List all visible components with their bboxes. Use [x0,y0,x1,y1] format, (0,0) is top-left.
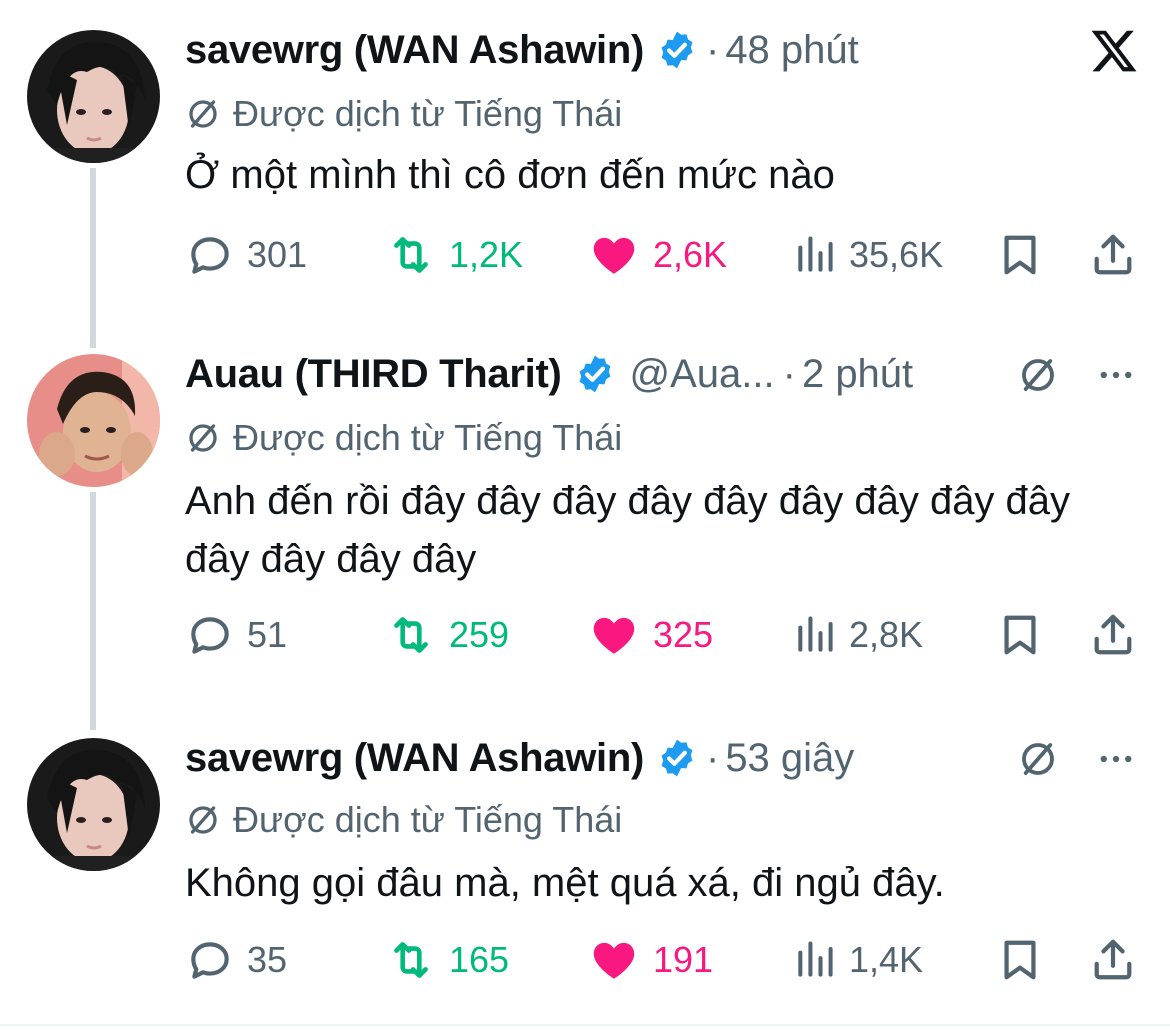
reply-count: 301 [247,234,308,275]
reply-button[interactable]: 301 [185,230,307,280]
share-button[interactable] [1090,935,1136,985]
action-bar: 51 259 325 2,8K [185,610,1145,660]
retweet-button[interactable]: 1,2K [385,230,523,280]
share-icon [1094,939,1132,980]
translate-icon [189,100,217,128]
bookmark-button[interactable] [997,610,1043,660]
retweet-icon [394,237,428,273]
retweet-icon [394,942,428,978]
user-handle[interactable]: @Aua... [630,352,775,397]
bookmark-button[interactable] [997,230,1043,280]
display-name[interactable]: savewrg (WAN Ashawin) [185,28,644,73]
translate-button[interactable] [1017,738,1059,780]
reply-icon [191,237,229,274]
views-button[interactable]: 1,4K [793,935,923,985]
like-button[interactable]: 325 [587,610,713,660]
reply-button[interactable]: 51 [185,610,287,660]
translated-text[interactable]: Được dịch từ Tiếng Thái [233,799,622,841]
retweet-count: 259 [449,614,510,655]
separator-dot: · [705,27,720,72]
retweet-button[interactable]: 165 [385,935,509,985]
reply-count: 51 [247,614,288,655]
action-bar: 35 165 191 1,4K [185,935,1145,985]
views-icon [798,616,833,652]
tweet[interactable]: savewrg (WAN Ashawin) · 53 giây Được dịc… [0,0,1170,980]
display-name[interactable]: savewrg (WAN Ashawin) [185,736,644,781]
like-count: 2,6K [653,234,728,275]
share-icon [1094,234,1132,275]
tweet-header: savewrg (WAN Ashawin) · 48 phút [185,22,859,78]
views-count: 35,6K [849,234,944,275]
bookmark-icon [1004,235,1036,275]
verified-badge-icon [661,31,693,69]
bookmark-icon [1004,940,1036,980]
reply-icon [191,942,229,979]
views-icon [798,941,833,977]
action-bar: 301 1,2K 2,6K 35,6K [185,230,1145,280]
share-button[interactable] [1090,610,1136,660]
views-count: 2,8K [849,614,924,655]
timestamp[interactable]: 2 phút [802,352,913,397]
translate-icon [189,424,217,452]
translated-text[interactable]: Được dịch từ Tiếng Thái [233,417,622,459]
heart-icon [593,617,635,654]
reply-icon [191,617,229,654]
reply-count: 35 [247,939,288,980]
share-button[interactable] [1090,230,1136,280]
tweet[interactable]: savewrg (WAN Ashawin) · 48 phút Được dịc… [0,0,1170,320]
avatar[interactable] [27,738,160,871]
like-count: 191 [653,939,714,980]
x-logo-icon[interactable] [1088,26,1140,76]
translate-icon [1022,359,1054,391]
display-name[interactable]: Auau (THIRD Tharit) [185,352,562,397]
avatar[interactable] [27,354,160,487]
retweet-icon [394,617,428,653]
bookmark-button[interactable] [997,935,1043,985]
verified-badge-icon [661,739,693,777]
heart-icon [593,237,635,274]
share-icon [1094,614,1132,655]
like-button[interactable]: 191 [587,935,713,985]
more-button[interactable] [1094,354,1138,396]
translated-text[interactable]: Được dịch từ Tiếng Thái [233,93,622,135]
like-button[interactable]: 2,6K [587,230,727,280]
timestamp[interactable]: 53 giây [725,736,854,781]
views-button[interactable]: 2,8K [793,610,923,660]
more-button[interactable] [1094,738,1138,780]
views-icon [798,236,833,272]
avatar[interactable] [27,30,160,163]
reply-button[interactable]: 35 [185,935,287,985]
translate-icon [1022,743,1054,775]
heart-icon [593,942,635,979]
translated-label: Được dịch từ Tiếng Thái [185,798,622,842]
separator-dot: · [705,735,720,780]
bookmark-icon [1004,615,1036,655]
separator-dot: · [782,351,796,396]
more-icon [1100,371,1132,379]
tweet-header: savewrg (WAN Ashawin) · 53 giây [185,730,854,786]
tweet-text: Anh đến rồi đây đây đây đây đây đây đây … [185,479,1071,581]
translate-button[interactable] [1017,354,1059,396]
like-count: 325 [653,614,714,655]
translated-label: Được dịch từ Tiếng Thái [185,92,622,136]
timestamp[interactable]: 48 phút [725,28,858,73]
retweet-count: 1,2K [449,234,524,275]
thread-line [90,492,96,730]
tweet-header: Auau (THIRD Tharit) @Aua... · 2 phút [185,346,913,402]
views-button[interactable]: 35,6K [793,230,943,280]
translated-label: Được dịch từ Tiếng Thái [185,416,622,460]
more-icon [1100,755,1132,763]
tweet-text: Không gọi đâu mà, mệt quá xá, đi ngủ đây… [185,861,945,905]
divider [0,1024,1170,1026]
verified-badge-icon [579,355,610,393]
tweet-text: Ở một mình thì cô đơn đến mức nào [185,153,835,197]
retweet-count: 165 [449,939,510,980]
translate-icon [189,806,217,834]
views-count: 1,4K [849,939,924,980]
retweet-button[interactable]: 259 [385,610,509,660]
